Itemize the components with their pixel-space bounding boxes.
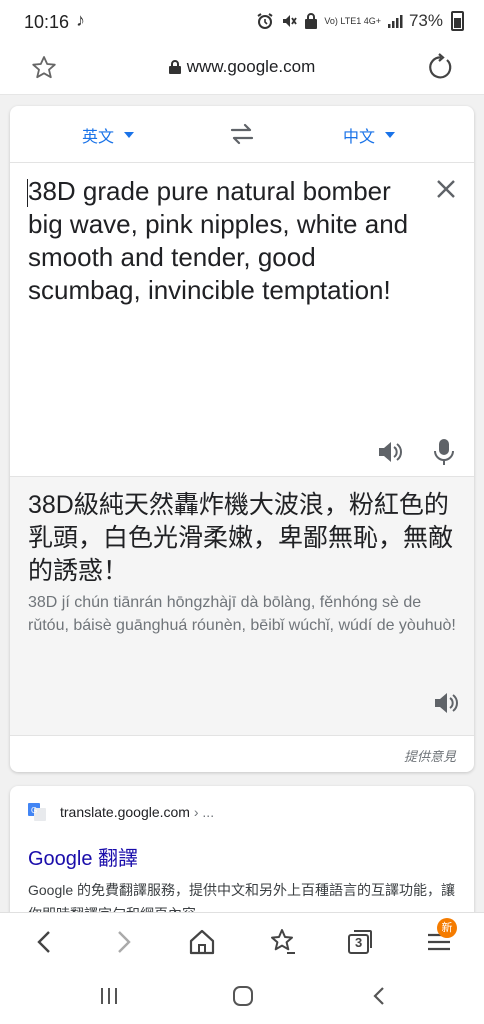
speaker-icon[interactable] bbox=[432, 689, 460, 717]
source-text[interactable]: 38D grade pure natural bomber big wave, … bbox=[28, 175, 428, 307]
network-label: Vo) LTE1 4G+ bbox=[324, 15, 381, 26]
battery-percent: 73% bbox=[408, 11, 443, 30]
translate-card: 英文 中文 38D grade pure natural bomber big … bbox=[10, 106, 474, 772]
microphone-icon[interactable] bbox=[432, 438, 456, 466]
lock-icon bbox=[168, 60, 181, 74]
browser-bottom-nav: 3 新 bbox=[0, 912, 484, 971]
chevron-down-icon bbox=[124, 132, 135, 138]
alarm-icon bbox=[257, 13, 273, 29]
back-arrow-icon[interactable] bbox=[30, 927, 60, 957]
mute-icon bbox=[283, 15, 298, 27]
chevron-down-icon bbox=[385, 132, 396, 138]
source-language-label: 英文 bbox=[82, 129, 115, 146]
bookmarks-icon[interactable] bbox=[267, 927, 297, 957]
result-breadcrumb-more: › ... bbox=[193, 804, 215, 820]
system-back-icon[interactable] bbox=[367, 984, 391, 1008]
close-icon[interactable] bbox=[434, 177, 458, 201]
result-title-link[interactable]: Google 翻譯 bbox=[28, 842, 138, 871]
feedback-link[interactable]: 提供意見 bbox=[404, 746, 456, 765]
reload-icon[interactable] bbox=[426, 53, 454, 81]
target-language-dropdown[interactable]: 中文 bbox=[343, 123, 396, 147]
language-selector-row: 英文 中文 bbox=[10, 106, 474, 163]
swap-languages-icon[interactable] bbox=[228, 120, 256, 148]
status-bar: 10:16 ♪ Vo) LTE1 4G+ 73% bbox=[0, 0, 484, 44]
speaker-icon[interactable] bbox=[376, 438, 404, 466]
music-note-icon: ♪ bbox=[76, 10, 85, 30]
svg-text:G: G bbox=[31, 806, 37, 815]
battery-icon bbox=[451, 11, 464, 31]
url-text: www.google.com bbox=[186, 57, 316, 76]
lock-status-icon bbox=[305, 13, 318, 29]
tabs-button[interactable]: 3 bbox=[345, 927, 375, 957]
source-text-area[interactable]: 38D grade pure natural bomber big wave, … bbox=[10, 163, 474, 477]
forward-arrow-icon[interactable] bbox=[108, 927, 138, 957]
browser-url-bar: www.google.com bbox=[0, 44, 484, 95]
google-translate-favicon-icon: G bbox=[28, 803, 46, 821]
result-domain: translate.google.com bbox=[60, 804, 190, 820]
translation-result: 38D級純天然轟炸機大波浪，粉紅色的乳頭，白色光滑柔嫩，卑鄙無恥，無敵的誘惑！ … bbox=[10, 477, 474, 736]
status-icons: Vo) LTE1 4G+ 73% bbox=[256, 11, 464, 31]
target-language-label: 中文 bbox=[343, 129, 376, 146]
clock: 10:16 bbox=[24, 12, 70, 32]
home-icon[interactable] bbox=[187, 927, 217, 957]
result-site-url[interactable]: translate.google.com › ... bbox=[60, 804, 214, 820]
home-button-icon[interactable] bbox=[231, 984, 255, 1008]
source-language-dropdown[interactable]: 英文 bbox=[82, 123, 135, 147]
translated-text: 38D級純天然轟炸機大波浪，粉紅色的乳頭，白色光滑柔嫩，卑鄙無恥，無敵的誘惑！ bbox=[28, 491, 454, 585]
signal-icon bbox=[387, 15, 403, 28]
romanization-text: 38D jí chún tiānrán hōngzhàjī dà bōlàng,… bbox=[28, 594, 456, 634]
tabs-count: 3 bbox=[355, 935, 363, 950]
address-field[interactable]: www.google.com bbox=[0, 57, 484, 77]
recent-apps-icon[interactable] bbox=[97, 984, 121, 1008]
new-badge: 新 bbox=[437, 918, 457, 938]
system-nav-bar bbox=[0, 970, 484, 1024]
